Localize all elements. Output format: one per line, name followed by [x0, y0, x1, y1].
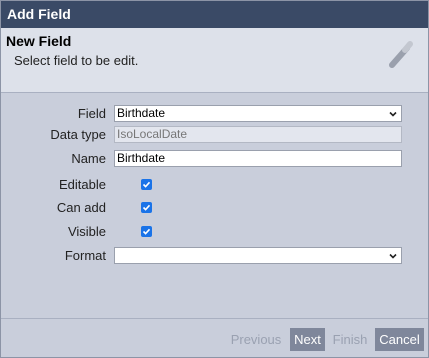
cancel-button[interactable]: Cancel	[375, 328, 424, 351]
data-type-label: Data type	[50, 127, 106, 142]
format-row: Format	[1, 247, 428, 265]
field-label: Field	[77, 106, 106, 121]
checkmark-icon	[142, 204, 151, 211]
chevron-down-icon	[389, 253, 397, 259]
name-input[interactable]: Birthdate	[114, 150, 402, 167]
visible-row: Visible	[1, 223, 428, 241]
header-subtitle: Select field to be edit.	[14, 53, 139, 68]
header-title: New Field	[6, 33, 72, 49]
name-row: Name Birthdate	[1, 150, 428, 168]
magic-wand-icon	[389, 41, 413, 68]
next-button[interactable]: Next	[290, 328, 325, 351]
field-select-value: Birthdate	[117, 106, 166, 120]
format-label: Format	[64, 248, 106, 263]
can-add-label: Can add	[56, 200, 106, 215]
add-field-dialog: Add Field New Field Select field to be e…	[0, 0, 429, 358]
data-type-field: IsoLocalDate	[114, 126, 402, 143]
previous-button[interactable]: Previous	[227, 328, 285, 351]
field-row: Field Birthdate	[1, 105, 428, 123]
visible-checkbox[interactable]	[141, 226, 152, 237]
editable-checkbox[interactable]	[141, 179, 152, 190]
format-select[interactable]	[114, 247, 402, 264]
chevron-down-icon	[389, 111, 397, 117]
can-add-row: Can add	[1, 199, 428, 217]
editable-row: Editable	[1, 176, 428, 194]
dialog-title: Add Field	[1, 1, 428, 28]
field-select[interactable]: Birthdate	[114, 105, 402, 122]
data-type-row: Data type IsoLocalDate	[1, 126, 428, 144]
checkmark-icon	[142, 181, 151, 188]
can-add-checkbox[interactable]	[141, 202, 152, 213]
name-label: Name	[71, 151, 106, 166]
dialog-footer: Previous Next Finish Cancel	[1, 318, 428, 357]
visible-label: Visible	[67, 224, 106, 239]
editable-label: Editable	[59, 177, 106, 192]
dialog-header: New Field Select field to be edit.	[1, 28, 428, 93]
checkmark-icon	[142, 228, 151, 235]
finish-button[interactable]: Finish	[329, 328, 371, 351]
